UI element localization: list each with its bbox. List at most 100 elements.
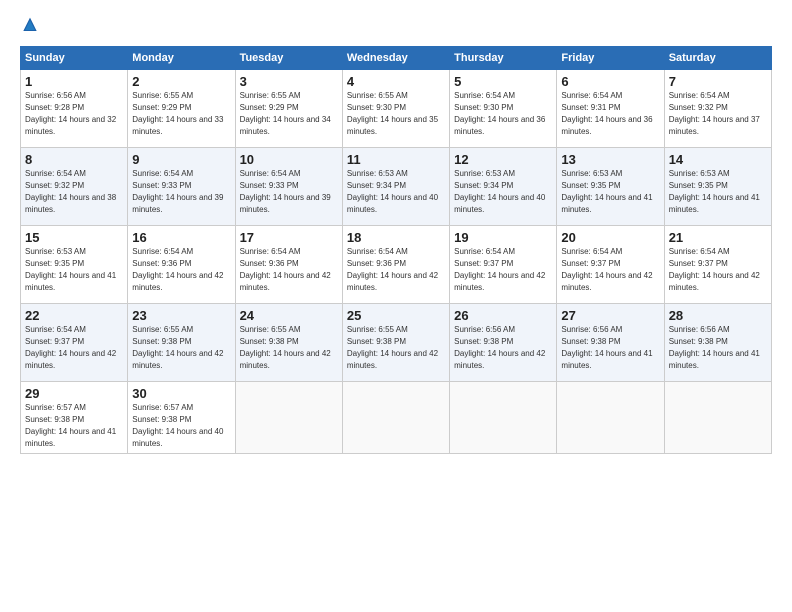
weekday-header-row: SundayMondayTuesdayWednesdayThursdayFrid…	[21, 47, 772, 70]
calendar-cell: 22Sunrise: 6:54 AMSunset: 9:37 PMDayligh…	[21, 304, 128, 382]
weekday-header-saturday: Saturday	[664, 47, 771, 70]
calendar-cell: 29Sunrise: 6:57 AMSunset: 9:38 PMDayligh…	[21, 382, 128, 454]
day-number: 20	[561, 230, 659, 245]
day-info: Sunrise: 6:53 AMSunset: 9:35 PMDaylight:…	[669, 168, 767, 216]
day-info: Sunrise: 6:53 AMSunset: 9:34 PMDaylight:…	[347, 168, 445, 216]
weekday-header-friday: Friday	[557, 47, 664, 70]
day-info: Sunrise: 6:54 AMSunset: 9:36 PMDaylight:…	[240, 246, 338, 294]
day-number: 2	[132, 74, 230, 89]
day-number: 30	[132, 386, 230, 401]
day-info: Sunrise: 6:53 AMSunset: 9:35 PMDaylight:…	[25, 246, 123, 294]
calendar-cell: 12Sunrise: 6:53 AMSunset: 9:34 PMDayligh…	[450, 148, 557, 226]
weekday-header-thursday: Thursday	[450, 47, 557, 70]
day-number: 13	[561, 152, 659, 167]
day-info: Sunrise: 6:55 AMSunset: 9:29 PMDaylight:…	[132, 90, 230, 138]
day-number: 7	[669, 74, 767, 89]
calendar-cell: 28Sunrise: 6:56 AMSunset: 9:38 PMDayligh…	[664, 304, 771, 382]
day-number: 26	[454, 308, 552, 323]
day-number: 11	[347, 152, 445, 167]
calendar-page: SundayMondayTuesdayWednesdayThursdayFrid…	[0, 0, 792, 612]
week-row-3: 15Sunrise: 6:53 AMSunset: 9:35 PMDayligh…	[21, 226, 772, 304]
calendar-table: SundayMondayTuesdayWednesdayThursdayFrid…	[20, 46, 772, 454]
logo	[20, 16, 44, 36]
weekday-header-monday: Monday	[128, 47, 235, 70]
calendar-cell: 18Sunrise: 6:54 AMSunset: 9:36 PMDayligh…	[342, 226, 449, 304]
week-row-2: 8Sunrise: 6:54 AMSunset: 9:32 PMDaylight…	[21, 148, 772, 226]
calendar-cell: 2Sunrise: 6:55 AMSunset: 9:29 PMDaylight…	[128, 70, 235, 148]
calendar-cell: 10Sunrise: 6:54 AMSunset: 9:33 PMDayligh…	[235, 148, 342, 226]
day-info: Sunrise: 6:54 AMSunset: 9:37 PMDaylight:…	[25, 324, 123, 372]
day-number: 28	[669, 308, 767, 323]
calendar-cell: 24Sunrise: 6:55 AMSunset: 9:38 PMDayligh…	[235, 304, 342, 382]
day-number: 14	[669, 152, 767, 167]
logo-icon	[20, 16, 40, 36]
day-number: 5	[454, 74, 552, 89]
day-info: Sunrise: 6:55 AMSunset: 9:29 PMDaylight:…	[240, 90, 338, 138]
calendar-cell	[664, 382, 771, 454]
day-number: 21	[669, 230, 767, 245]
week-row-5: 29Sunrise: 6:57 AMSunset: 9:38 PMDayligh…	[21, 382, 772, 454]
day-number: 16	[132, 230, 230, 245]
calendar-cell: 16Sunrise: 6:54 AMSunset: 9:36 PMDayligh…	[128, 226, 235, 304]
day-number: 18	[347, 230, 445, 245]
calendar-cell: 9Sunrise: 6:54 AMSunset: 9:33 PMDaylight…	[128, 148, 235, 226]
weekday-header-tuesday: Tuesday	[235, 47, 342, 70]
day-info: Sunrise: 6:54 AMSunset: 9:37 PMDaylight:…	[561, 246, 659, 294]
day-number: 23	[132, 308, 230, 323]
day-info: Sunrise: 6:56 AMSunset: 9:28 PMDaylight:…	[25, 90, 123, 138]
calendar-cell: 15Sunrise: 6:53 AMSunset: 9:35 PMDayligh…	[21, 226, 128, 304]
calendar-cell: 11Sunrise: 6:53 AMSunset: 9:34 PMDayligh…	[342, 148, 449, 226]
day-info: Sunrise: 6:54 AMSunset: 9:33 PMDaylight:…	[240, 168, 338, 216]
calendar-cell: 13Sunrise: 6:53 AMSunset: 9:35 PMDayligh…	[557, 148, 664, 226]
day-info: Sunrise: 6:54 AMSunset: 9:36 PMDaylight:…	[347, 246, 445, 294]
day-number: 12	[454, 152, 552, 167]
day-info: Sunrise: 6:54 AMSunset: 9:31 PMDaylight:…	[561, 90, 659, 138]
day-number: 29	[25, 386, 123, 401]
day-number: 6	[561, 74, 659, 89]
day-info: Sunrise: 6:54 AMSunset: 9:30 PMDaylight:…	[454, 90, 552, 138]
calendar-cell: 5Sunrise: 6:54 AMSunset: 9:30 PMDaylight…	[450, 70, 557, 148]
day-number: 3	[240, 74, 338, 89]
calendar-cell: 26Sunrise: 6:56 AMSunset: 9:38 PMDayligh…	[450, 304, 557, 382]
day-number: 22	[25, 308, 123, 323]
day-info: Sunrise: 6:55 AMSunset: 9:38 PMDaylight:…	[132, 324, 230, 372]
day-number: 25	[347, 308, 445, 323]
weekday-header-wednesday: Wednesday	[342, 47, 449, 70]
calendar-cell: 8Sunrise: 6:54 AMSunset: 9:32 PMDaylight…	[21, 148, 128, 226]
day-number: 24	[240, 308, 338, 323]
day-number: 10	[240, 152, 338, 167]
calendar-cell: 20Sunrise: 6:54 AMSunset: 9:37 PMDayligh…	[557, 226, 664, 304]
calendar-cell: 4Sunrise: 6:55 AMSunset: 9:30 PMDaylight…	[342, 70, 449, 148]
day-info: Sunrise: 6:55 AMSunset: 9:38 PMDaylight:…	[347, 324, 445, 372]
calendar-cell	[235, 382, 342, 454]
week-row-1: 1Sunrise: 6:56 AMSunset: 9:28 PMDaylight…	[21, 70, 772, 148]
day-info: Sunrise: 6:54 AMSunset: 9:32 PMDaylight:…	[25, 168, 123, 216]
day-number: 17	[240, 230, 338, 245]
day-number: 4	[347, 74, 445, 89]
day-info: Sunrise: 6:53 AMSunset: 9:35 PMDaylight:…	[561, 168, 659, 216]
day-number: 1	[25, 74, 123, 89]
day-number: 19	[454, 230, 552, 245]
day-number: 27	[561, 308, 659, 323]
day-info: Sunrise: 6:53 AMSunset: 9:34 PMDaylight:…	[454, 168, 552, 216]
calendar-cell: 30Sunrise: 6:57 AMSunset: 9:38 PMDayligh…	[128, 382, 235, 454]
day-number: 8	[25, 152, 123, 167]
calendar-cell: 14Sunrise: 6:53 AMSunset: 9:35 PMDayligh…	[664, 148, 771, 226]
calendar-cell	[342, 382, 449, 454]
calendar-cell: 27Sunrise: 6:56 AMSunset: 9:38 PMDayligh…	[557, 304, 664, 382]
calendar-cell: 7Sunrise: 6:54 AMSunset: 9:32 PMDaylight…	[664, 70, 771, 148]
day-number: 9	[132, 152, 230, 167]
calendar-cell: 19Sunrise: 6:54 AMSunset: 9:37 PMDayligh…	[450, 226, 557, 304]
day-info: Sunrise: 6:56 AMSunset: 9:38 PMDaylight:…	[561, 324, 659, 372]
calendar-cell	[450, 382, 557, 454]
day-info: Sunrise: 6:54 AMSunset: 9:32 PMDaylight:…	[669, 90, 767, 138]
week-row-4: 22Sunrise: 6:54 AMSunset: 9:37 PMDayligh…	[21, 304, 772, 382]
day-info: Sunrise: 6:54 AMSunset: 9:37 PMDaylight:…	[454, 246, 552, 294]
day-number: 15	[25, 230, 123, 245]
calendar-cell: 6Sunrise: 6:54 AMSunset: 9:31 PMDaylight…	[557, 70, 664, 148]
calendar-cell: 1Sunrise: 6:56 AMSunset: 9:28 PMDaylight…	[21, 70, 128, 148]
calendar-cell: 23Sunrise: 6:55 AMSunset: 9:38 PMDayligh…	[128, 304, 235, 382]
day-info: Sunrise: 6:54 AMSunset: 9:36 PMDaylight:…	[132, 246, 230, 294]
calendar-cell: 3Sunrise: 6:55 AMSunset: 9:29 PMDaylight…	[235, 70, 342, 148]
day-info: Sunrise: 6:55 AMSunset: 9:30 PMDaylight:…	[347, 90, 445, 138]
